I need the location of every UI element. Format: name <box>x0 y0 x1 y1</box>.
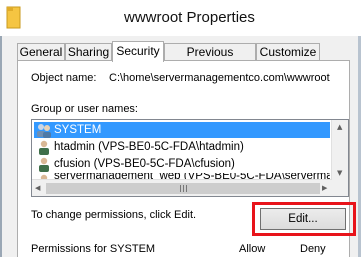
tab-customize[interactable]: Customize <box>256 43 320 61</box>
user-icon <box>39 157 49 172</box>
user-icon <box>39 140 49 155</box>
scroll-right-icon[interactable]: ▶ <box>322 184 327 192</box>
scroll-down-icon[interactable]: ▼ <box>337 169 342 177</box>
object-name-label: Object name: <box>31 72 97 84</box>
list-item-cfusion[interactable]: cfusion (VPS-BE0-5C-FDA\cfusion) <box>34 156 330 172</box>
scrollbar-thumb[interactable] <box>46 183 320 194</box>
thumb-grip <box>183 185 184 192</box>
thumb-grip <box>180 185 181 192</box>
list-item-label: cfusion (VPS-BE0-5C-FDA\cfusion) <box>54 158 235 170</box>
scroll-up-icon[interactable]: ▲ <box>337 123 342 131</box>
deny-column-header: Deny <box>300 243 326 255</box>
edit-button-label: Edit... <box>288 213 318 225</box>
horizontal-scrollbar[interactable]: ◀ ▶ <box>32 179 332 196</box>
tab-security[interactable]: Security <box>112 41 164 62</box>
change-permissions-text: To change permissions, click Edit. <box>31 209 197 221</box>
list-item-system[interactable]: SYSTEM <box>34 122 330 138</box>
window-left-edge <box>0 0 2 257</box>
object-name-value: C:\home\servermanagementco.com\wwwroot <box>109 72 330 84</box>
list-item-htadmin[interactable]: htadmin (VPS-BE0-5C-FDA\htadmin) <box>34 139 330 155</box>
thumb-grip <box>186 185 187 192</box>
users-group-icon <box>37 124 51 138</box>
list-item-label: htadmin (VPS-BE0-5C-FDA\htadmin) <box>54 141 244 153</box>
edit-button[interactable]: Edit... <box>260 208 346 230</box>
folder-icon <box>6 6 21 29</box>
window-title: wwwroot Properties <box>124 9 255 26</box>
vertical-scrollbar[interactable]: ▲ ▼ <box>331 120 348 196</box>
title-bar[interactable]: wwwroot Properties <box>0 0 361 36</box>
tab-general[interactable]: General <box>17 43 65 61</box>
tab-sharing[interactable]: Sharing <box>65 43 112 61</box>
allow-column-header: Allow <box>239 243 266 255</box>
list-item-label: SYSTEM <box>54 124 102 136</box>
permissions-for-label: Permissions for SYSTEM <box>31 243 156 255</box>
scroll-left-icon[interactable]: ◀ <box>35 184 40 192</box>
group-or-user-names-label: Group or user names: <box>31 103 138 115</box>
tab-previous-versions[interactable]: Previous Versions <box>164 43 256 75</box>
users-listbox[interactable]: SYSTEM htadmin (VPS-BE0-5C-FDA\htadmin) … <box>31 119 349 197</box>
